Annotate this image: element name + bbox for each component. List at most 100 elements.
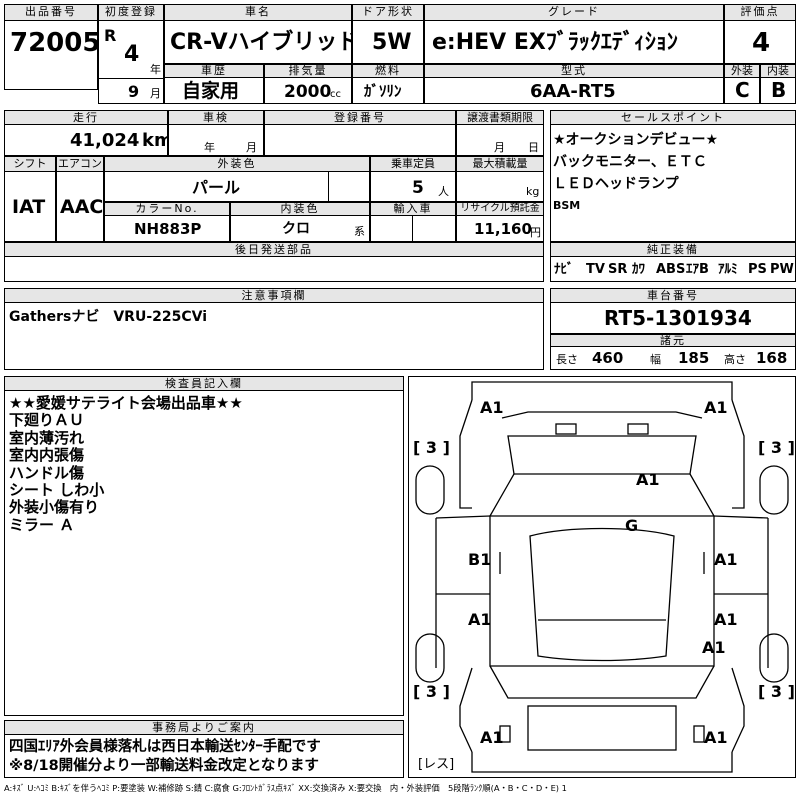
damage-front-left-tire: [ 3 ] <box>413 438 450 457</box>
front-left-panel-outline <box>459 399 473 509</box>
history: 自家用 <box>182 80 240 102</box>
sales-point: バックモニター、ＥＴＣ <box>553 154 707 170</box>
hood-panel-outline <box>507 435 697 475</box>
registration-year: 4 <box>124 42 140 67</box>
damage-rear-left: A1 <box>480 728 504 747</box>
max-load-header: 最大積載量 <box>456 156 544 172</box>
inspection-month-unit: 月 <box>246 141 257 154</box>
capacity-header: 乗車定員 <box>370 156 456 172</box>
equipment-header: 純正装備 <box>550 242 796 257</box>
damage-left-rear-door: A1 <box>468 610 492 629</box>
registration-number-header: 登録番号 <box>264 110 456 125</box>
inspector-note: シート しわ小 <box>9 481 105 500</box>
inspector-note: 下廻りＡＵ <box>9 411 85 430</box>
divider <box>412 216 413 242</box>
car-name: CR-Vハイブリッド <box>170 30 360 55</box>
color-number-header: カラーNo. <box>104 202 230 216</box>
inspector-note: 外装小傷有り <box>9 498 100 517</box>
divider <box>98 78 164 79</box>
equipment-item: ｴｱB <box>686 262 709 277</box>
inspection-header: 車検 <box>168 110 264 125</box>
caution-header: 注意事項欄 <box>4 288 544 303</box>
fuel: ｶﾞｿﾘﾝ <box>364 82 402 100</box>
mileage-header: 走行 <box>4 110 168 125</box>
chassis-number: RT5-1301934 <box>604 306 752 330</box>
rear-bumper-outline <box>471 752 733 773</box>
car-diagram <box>415 381 789 773</box>
office-notes-header: 事務局よりご案内 <box>4 720 404 735</box>
shift-header: シフト <box>4 156 56 172</box>
capacity-unit: 人 <box>438 185 449 198</box>
height-label: 高さ <box>724 353 746 366</box>
right-taillamp-outline <box>693 725 705 743</box>
damage-right-rear-door: A1 <box>714 610 738 629</box>
front-left-tire-outline <box>415 465 445 515</box>
height-value: 168 <box>756 349 788 367</box>
year-unit: 年 <box>150 63 161 76</box>
fuel-header: 燃料 <box>352 64 424 78</box>
lot-number: 72005 <box>10 28 101 58</box>
exterior-score: C <box>735 78 750 102</box>
caution-text: Gathersナビ VRU-225CVi <box>9 309 208 325</box>
first-registration-header: 初度登録 <box>98 4 164 21</box>
inspector-note: ハンドル傷 <box>9 463 85 482</box>
divider <box>328 172 329 202</box>
registration-month: 9 <box>128 82 140 101</box>
damage-rear-left-tire: [ 3 ] <box>413 682 450 701</box>
interior-score: B <box>771 78 787 102</box>
transfer-deadline-header: 譲渡書類期限 <box>456 110 544 125</box>
sales-point: ＬＥＤヘッドランプ <box>553 176 679 192</box>
interior-score-header: 内装 <box>760 64 796 78</box>
import-header: 輸入車 <box>370 202 456 216</box>
shift: IAT <box>12 196 46 218</box>
recycle-unit: 円 <box>530 226 541 239</box>
later-parts-header: 後日発送部品 <box>4 242 544 257</box>
damage-front-left: A1 <box>480 398 504 417</box>
displacement-header: 排気量 <box>264 64 352 78</box>
interior-color: クロ <box>282 221 310 237</box>
exterior-color: パール <box>192 178 241 197</box>
score: 4 <box>752 28 771 58</box>
sales-point: BSM <box>553 199 581 212</box>
damage-rear-right: A1 <box>704 728 728 747</box>
ac-header: エアコン <box>56 156 104 172</box>
history-header: 車歴 <box>164 64 264 78</box>
capacity: 5 <box>412 178 424 198</box>
roof-outline <box>529 527 675 662</box>
hood-line-outline <box>501 411 703 419</box>
mileage: 41,024 <box>70 130 140 151</box>
model-code: 6AA-RT5 <box>530 81 616 102</box>
displacement: 2000 <box>284 82 332 102</box>
sales-point: ★オークションデビュー★ <box>553 132 719 148</box>
rear-window-outline <box>489 665 715 699</box>
grade: e:HEV EXﾌﾞﾗｯｸｴﾃﾞｨｼｮﾝ <box>432 30 678 55</box>
cabin-outline <box>489 516 715 667</box>
inspector-note: 室内薄汚れ <box>9 428 85 447</box>
equipment-item: PS <box>748 262 767 277</box>
transfer-day-unit: 日 <box>528 141 539 154</box>
width-label: 幅 <box>650 353 661 366</box>
damage-right-rear-fender: A1 <box>702 638 726 657</box>
door-header: ドア形状 <box>352 4 424 21</box>
rear-right-tire-outline <box>759 633 789 683</box>
left-headlamp-outline <box>555 423 577 435</box>
equipment-item: SR <box>608 262 628 277</box>
damage-front-right-tire: [ 3 ] <box>758 438 795 457</box>
recycle-header: リサイクル預託金 <box>456 202 544 216</box>
inspection-year-unit: 年 <box>204 141 215 154</box>
front-right-tire-outline <box>759 465 789 515</box>
chassis-number-header: 車台番号 <box>550 288 796 303</box>
office-note: ※8/18開催分より一部輸送料金改定となります <box>9 758 319 774</box>
office-note: 四国ｴﾘｱ外会員様落札は西日本輸送ｾﾝﾀｰ手配です <box>9 739 321 755</box>
inspector-note: ミラー Ａ <box>9 515 75 534</box>
inspector-notes: ★★愛媛サテライト会場出品車★★ 下廻りＡＵ 室内薄汚れ 室内内張傷 ハンドル傷… <box>9 394 243 534</box>
equipment-item: ABS <box>656 262 686 277</box>
equipment-item: ｶﾜ <box>632 262 645 277</box>
month-unit: 月 <box>150 87 161 100</box>
damage-rear-right-tire: [ 3 ] <box>758 682 795 701</box>
interior-color-unit: 系 <box>354 225 365 238</box>
damage-right-front-door: A1 <box>714 550 738 569</box>
equipment-item: TV <box>586 262 605 277</box>
grade-header: グレード <box>424 4 724 21</box>
length-value: 460 <box>592 349 624 367</box>
